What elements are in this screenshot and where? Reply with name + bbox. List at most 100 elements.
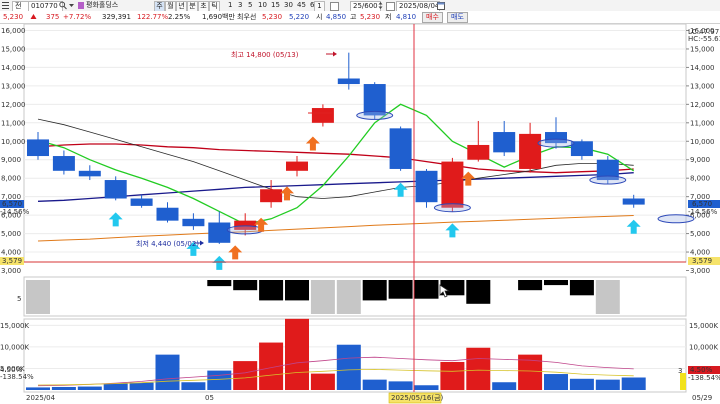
x-label-right: 05/29 <box>692 394 712 402</box>
price-tick-right: 14,000 <box>690 64 715 72</box>
indicator-bar-gray <box>595 280 620 314</box>
indicator-bar-black <box>466 280 491 304</box>
x-label-left: 2025/04 <box>26 394 56 402</box>
quote-bar: 5,230 375 +7.72% 329,391 122.77% 2.25% 1… <box>0 11 720 24</box>
price-change-pct: +7.72% <box>63 13 92 21</box>
indicator-bar-black <box>544 280 568 286</box>
stock-chart[interactable]: 16,000 15,000 14,000 13,000 12,000 11,000 10,0… <box>0 24 720 404</box>
price-tick-right: 10,000 <box>690 138 715 146</box>
price-tick-right: 11,000 <box>690 119 715 127</box>
low-price: 4,810 <box>396 13 417 21</box>
bid-price: 5,220 <box>289 13 310 21</box>
volume-bar-down <box>414 385 439 390</box>
candle-up <box>467 144 490 160</box>
volume-bar-down <box>51 386 76 390</box>
volume-tick-left: 15,000K <box>0 322 29 330</box>
candle-down <box>52 156 75 171</box>
ask-price: 5,230 <box>262 13 283 21</box>
pattern-oval <box>226 225 264 235</box>
candle-up <box>441 161 464 208</box>
volume-bar-down <box>388 381 413 390</box>
interval-button-1[interactable]: 1 <box>228 1 232 10</box>
volume-tick-right: 15,000K <box>689 322 718 330</box>
high-price: 5,230 <box>360 13 381 21</box>
menu-icon-glyph <box>2 2 9 9</box>
buy-button[interactable]: 매수 <box>422 12 443 23</box>
low-label: 저 <box>385 13 392 21</box>
x-label-mid: 05 <box>205 394 214 402</box>
price-tick-left: 5,000 <box>1 230 21 238</box>
stock-name: 평화홀딩스 <box>86 1 119 9</box>
volume-bar-up <box>310 373 335 390</box>
volume-bar-down <box>26 387 50 390</box>
volume-bar-down <box>569 378 594 390</box>
pattern-oval <box>433 203 471 213</box>
price-tick-right: 15,000 <box>690 45 715 53</box>
candle-down <box>78 170 101 177</box>
candle-down <box>104 180 127 199</box>
chevron-down-icon <box>69 4 74 7</box>
volume-bar-down <box>336 344 361 390</box>
volume-bar-up <box>440 361 465 390</box>
menu-icon[interactable] <box>2 1 9 9</box>
price-tick-left: 11,000 <box>1 119 26 127</box>
price-tick-left: 12,000 <box>1 101 26 109</box>
price-tick-left: 4,000 <box>1 249 21 257</box>
price-tick-right: 9,000 <box>690 156 710 164</box>
stock-logo-icon <box>78 2 84 9</box>
open-price: 4,850 <box>326 13 347 21</box>
interval-button-30[interactable]: 30 <box>284 1 293 10</box>
hc-readout: HC:-55.61 <box>688 35 720 43</box>
indicator-bar-black <box>388 280 413 299</box>
indicator-axis-label: 5 <box>17 295 21 303</box>
search-icon[interactable] <box>59 1 67 10</box>
volume-bar-down <box>621 377 646 390</box>
price-tick-left: 8,000 <box>1 175 21 183</box>
price-tick-left: 9,000 <box>1 156 21 164</box>
price-tick-left: 3,000 <box>1 267 21 275</box>
price-tick-right: 8,000 <box>690 175 710 183</box>
date-checkbox[interactable] <box>386 2 395 11</box>
low-annotation: 최저 4,440 (05/02) <box>136 239 199 248</box>
price-tick-right: 4,000 <box>690 249 710 257</box>
volume-tick-right: 10,000K <box>689 343 718 351</box>
price-tick-left: 15,000 <box>1 45 26 53</box>
interval-button-3[interactable]: 3 <box>238 1 242 10</box>
sell-button[interactable]: 매도 <box>447 12 468 23</box>
volume-bar-down <box>544 374 568 390</box>
volume-pct-right-2: -138.54% <box>688 374 720 382</box>
price-tick-left: 14,000 <box>1 64 26 72</box>
volume-bar-down <box>181 382 206 390</box>
interval-button-5[interactable]: 5 <box>248 1 252 10</box>
volume-ratio: 122.77% <box>137 13 169 21</box>
turnover-rate: 2.25% <box>168 13 191 21</box>
candle-down <box>182 218 205 227</box>
indicator-bar-black <box>207 280 232 287</box>
calendar-icon[interactable] <box>437 1 445 10</box>
candle-down <box>27 139 49 157</box>
volume-bar-down <box>103 383 128 390</box>
code-dropdown-icon[interactable] <box>68 1 75 10</box>
indicator-bar-gray <box>310 280 335 314</box>
indicator-bar-gray <box>336 280 361 314</box>
candle-down <box>337 78 360 85</box>
candle-down <box>363 84 386 116</box>
current-price-left: 6,570 <box>2 200 22 208</box>
volume-bar-up <box>233 361 258 390</box>
candle-up <box>286 161 308 171</box>
volume-pct-left-2: -138.54% <box>0 373 34 381</box>
price-tick-left: 13,000 <box>1 82 26 90</box>
search-icon-glyph <box>59 1 67 10</box>
interval-button-45[interactable]: 45 <box>297 1 306 10</box>
interval-button-10[interactable]: 10 <box>258 1 267 10</box>
candle-down <box>493 132 516 153</box>
volume-bar-down <box>77 386 102 390</box>
interval-checkbox[interactable] <box>330 2 339 11</box>
up-arrow-icon <box>30 12 37 22</box>
interval-button-15[interactable]: 15 <box>271 1 280 10</box>
high-annotation: 최고 14,800 (05/13) <box>231 50 299 59</box>
price-tick-left: 10,000 <box>1 138 26 146</box>
open-label: 시 <box>316 13 323 21</box>
pattern-oval <box>356 110 394 120</box>
count-spinner-icon[interactable] <box>378 1 383 10</box>
